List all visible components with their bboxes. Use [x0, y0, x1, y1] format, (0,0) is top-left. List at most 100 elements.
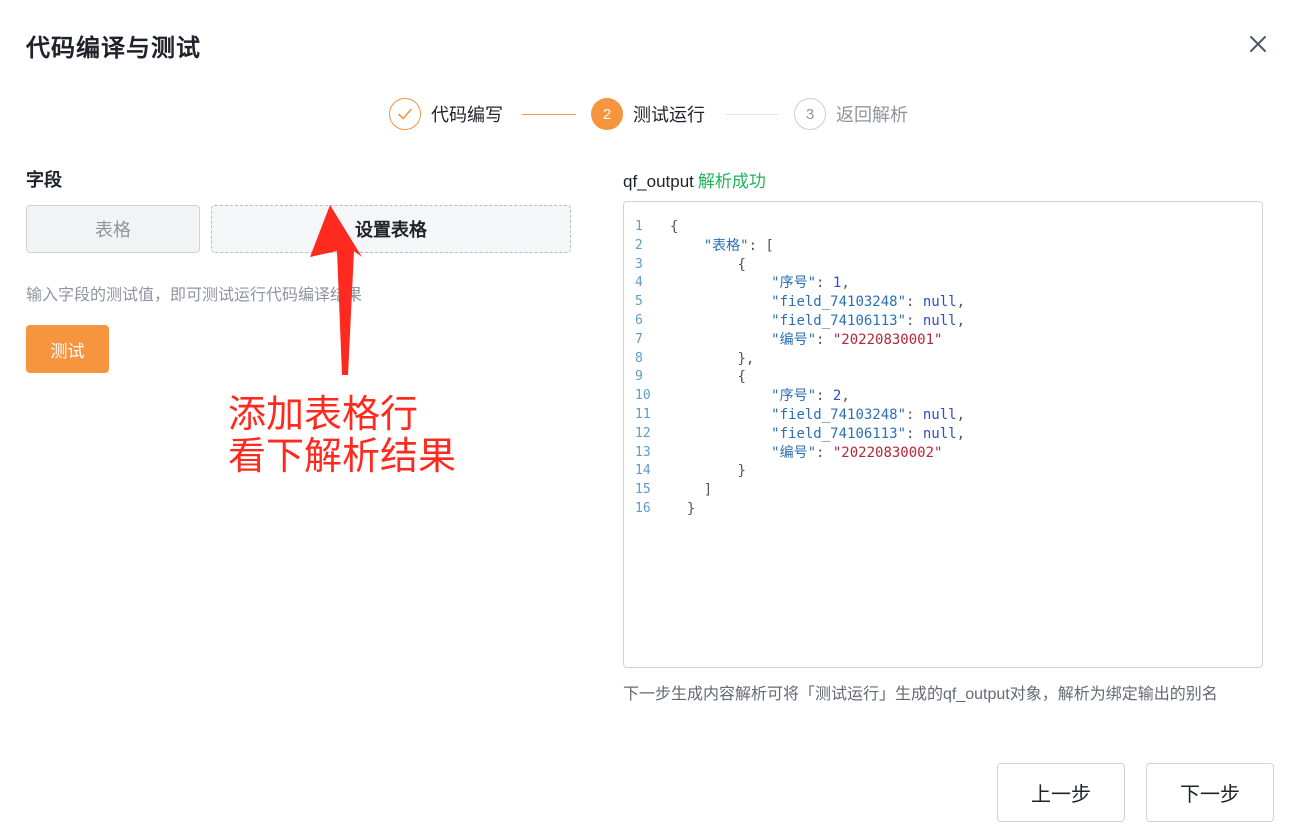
code-token: "序号"	[771, 388, 817, 405]
code-token: },	[737, 350, 755, 367]
code-token: "field_74103248"	[771, 294, 907, 311]
code-line: 15 ]	[624, 481, 1262, 500]
code-text: }	[670, 462, 746, 481]
code-text: "field_74103248": null,	[670, 293, 965, 312]
code-token: "field_74106113"	[771, 425, 907, 442]
code-token: ,	[956, 425, 966, 442]
code-token: "field_74106113"	[771, 312, 907, 329]
dialog-title: 代码编译与测试	[26, 35, 201, 62]
code-token: "序号"	[771, 275, 817, 292]
code-token: ,	[956, 312, 966, 329]
code-line: 11 "field_74103248": null,	[624, 406, 1262, 425]
step-label: 测试运行	[633, 105, 705, 125]
step-connector	[725, 114, 779, 115]
line-number: 5	[635, 294, 643, 310]
code-token: "编号"	[771, 331, 817, 348]
code-text: "field_74106113": null,	[670, 312, 965, 331]
step-number: 2	[591, 98, 623, 130]
next-step-button[interactable]: 下一步	[1146, 763, 1274, 822]
code-token: "field_74103248"	[771, 406, 907, 423]
code-token: {	[737, 256, 746, 273]
output-header: qf_output 解析成功	[623, 167, 766, 192]
code-text: }	[670, 500, 695, 519]
code-line: 10 "序号": 2,	[624, 387, 1262, 406]
line-number: 7	[635, 331, 643, 347]
code-token: "20220830002"	[832, 444, 943, 461]
code-text: {	[670, 368, 746, 387]
code-token: null	[922, 425, 957, 442]
line-number: 8	[635, 350, 643, 366]
check-icon	[389, 98, 421, 130]
code-line: 14 }	[624, 462, 1262, 481]
code-token: :	[906, 294, 923, 311]
code-token: ]	[703, 482, 713, 499]
line-number: 15	[635, 482, 651, 498]
code-token: : [	[748, 237, 774, 254]
step-code-writing: 代码编写	[389, 97, 503, 131]
test-button[interactable]: 测试	[26, 325, 109, 373]
code-token: "编号"	[771, 444, 817, 461]
code-token: {	[737, 369, 746, 386]
line-number: 9	[635, 369, 643, 385]
code-token: :	[816, 275, 833, 292]
setup-table-button[interactable]: 设置表格	[211, 205, 571, 253]
line-number: 1	[635, 219, 643, 234]
line-number: 4	[635, 275, 643, 291]
annotation-line: 添加表格行	[228, 392, 419, 436]
step-return-parse: 3 返回解析	[794, 97, 908, 131]
code-line: 2 "表格": [	[624, 237, 1262, 256]
code-text: "field_74106113": null,	[670, 425, 965, 444]
code-line: 8 },	[624, 350, 1262, 369]
line-number: 14	[635, 463, 651, 479]
code-token: {	[670, 219, 679, 235]
code-token: :	[816, 444, 833, 461]
code-token: }	[737, 463, 746, 480]
line-number: 16	[635, 500, 651, 516]
code-token: :	[816, 388, 833, 405]
code-token: :	[906, 425, 923, 442]
code-line: 16 }	[624, 500, 1262, 519]
line-number: 3	[635, 256, 643, 272]
code-line: 4 "序号": 1,	[624, 274, 1262, 293]
previous-step-button[interactable]: 上一步	[997, 763, 1125, 822]
code-token: ,	[956, 406, 966, 423]
step-label: 返回解析	[836, 105, 908, 125]
code-line: 9 {	[624, 368, 1262, 387]
steps-bar: 代码编写 2 测试运行 3 返回解析	[389, 97, 929, 131]
code-token: ,	[956, 294, 966, 311]
code-line: 1{	[624, 218, 1262, 237]
code-text: "field_74103248": null,	[670, 406, 965, 425]
code-line: 7 "编号": "20220830001"	[624, 331, 1262, 350]
field-name-table: 表格	[26, 205, 200, 253]
code-token: ,	[841, 388, 850, 405]
parse-status: 解析成功	[697, 172, 766, 191]
code-text: "编号": "20220830001"	[670, 331, 942, 350]
code-text: "编号": "20220830002"	[670, 444, 942, 463]
line-number: 12	[635, 425, 651, 441]
code-token: :	[816, 331, 833, 348]
code-token: null	[922, 406, 957, 423]
code-token: null	[922, 294, 957, 311]
close-icon[interactable]	[1244, 30, 1272, 58]
code-text: {	[670, 218, 678, 237]
line-number: 2	[635, 237, 643, 253]
line-number: 11	[635, 406, 651, 422]
json-output-viewer[interactable]: 1{2 "表格": [3 {4 "序号": 1, 5 "field_7410324…	[623, 201, 1263, 668]
code-text: "序号": 2,	[670, 387, 850, 406]
line-number: 13	[635, 444, 651, 460]
annotation-text: 添加表格行 看下解析结果	[228, 393, 456, 477]
annotation-arrow-icon	[310, 205, 362, 375]
step-connector	[522, 114, 576, 115]
code-line: 3 {	[624, 256, 1262, 275]
code-token: null	[922, 312, 957, 329]
code-token: "表格"	[703, 237, 749, 254]
code-text: "表格": [	[670, 237, 774, 256]
code-text: {	[670, 256, 746, 275]
code-token: "20220830001"	[832, 331, 943, 348]
code-text: ]	[670, 481, 712, 500]
code-text: },	[670, 350, 754, 369]
step-number: 3	[794, 98, 826, 130]
code-line: 6 "field_74106113": null,	[624, 312, 1262, 331]
code-token: :	[906, 312, 923, 329]
line-number: 6	[635, 312, 643, 328]
